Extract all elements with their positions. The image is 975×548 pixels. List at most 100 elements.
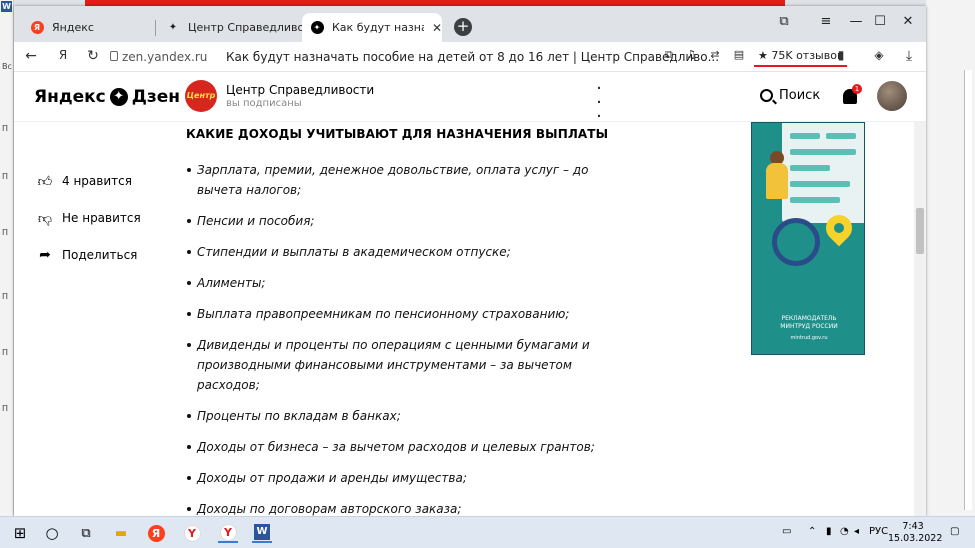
list-item: Выплата правопреемникам по пенсионному с…: [187, 304, 627, 324]
url-page-title[interactable]: Как будут назначать пособие на детей от …: [226, 50, 719, 64]
taskbar: ⊞ ○ ⧉ ▬ Я Y Y W ▭ ⌃ ▮ ◔ ◂ РУС 7:43 15.03…: [0, 516, 975, 548]
list-item: Пенсии и пособия;: [187, 211, 627, 231]
search-circle-icon[interactable]: ○: [42, 523, 62, 543]
copy-icon[interactable]: ⧉: [660, 48, 678, 62]
page-scrollbar[interactable]: [914, 122, 926, 516]
tab-channel[interactable]: ✦ Центр Справедливости | Я: [160, 13, 302, 42]
browser-window: Я Яндекс ✦ Центр Справедливости | Я ✦ Ка…: [14, 6, 926, 516]
like-button[interactable]: 👍︎ 4 нравится: [36, 172, 132, 190]
tab-article[interactable]: ✦ Как будут назначать по ✕: [302, 13, 442, 42]
background-window-left: W Вс П П П П П П: [0, 0, 14, 516]
clock[interactable]: 7:43 15.03.2022: [888, 521, 943, 545]
yandex-home-icon[interactable]: Я: [54, 48, 72, 62]
clock-date: 15.03.2022: [888, 533, 943, 544]
yandex-app-icon[interactable]: Я: [146, 523, 166, 543]
tab-yandex[interactable]: Я Яндекс: [22, 13, 152, 42]
zen-logo[interactable]: Яндекс ✦ Дзен: [34, 87, 180, 107]
tray-app-icon[interactable]: ▭: [782, 526, 791, 537]
reload-icon[interactable]: ↻: [84, 48, 102, 64]
zen-header: Яндекс ✦ Дзен Центр Центр Справедливости…: [14, 72, 926, 126]
zen-icon: ✦: [310, 21, 324, 35]
dislike-label: Не нравится: [62, 211, 141, 225]
channel-name[interactable]: Центр Справедливости: [226, 83, 374, 97]
ad-shape: [790, 165, 830, 171]
word-icon: W: [1, 1, 12, 12]
channel-avatar[interactable]: Центр: [185, 80, 217, 112]
share-button[interactable]: ➦ Поделиться: [36, 246, 137, 264]
ad-caption-2: МИНТРУД РОССИИ: [780, 323, 838, 330]
download-icon[interactable]: ⤓: [900, 48, 918, 64]
tab-label: Как будут назначать по: [332, 21, 424, 34]
headphones-icon[interactable]: ♫: [682, 48, 700, 61]
back-icon[interactable]: ←: [22, 48, 40, 64]
maximize-button[interactable]: ☐: [870, 14, 890, 29]
windows-start-icon[interactable]: ⊞: [10, 523, 30, 543]
like-count: 4 нравится: [62, 174, 132, 188]
section-heading: КАКИЕ ДОХОДЫ УЧИТЫВАЮТ ДЛЯ НАЗНАЧЕНИЯ ВЫ…: [186, 127, 609, 141]
list-item: Доходы по договорам авторского заказа;: [187, 499, 627, 516]
search-button[interactable]: Поиск: [760, 88, 820, 103]
minimize-button[interactable]: —: [846, 14, 866, 29]
ad-person-body: [766, 163, 788, 199]
ad-shape: [790, 181, 850, 187]
background-window-right: [926, 0, 975, 516]
bg-label: Вс: [2, 62, 12, 71]
lock-icon: [110, 51, 118, 61]
ad-shape: [790, 149, 856, 155]
bookmark-icon[interactable]: ▮: [832, 48, 850, 62]
zen-icon: ✦: [168, 22, 178, 33]
logo-part1: Яндекс: [34, 87, 106, 107]
bg-label: П: [2, 292, 9, 301]
bg-label: П: [2, 124, 9, 133]
ad-shape: [790, 197, 840, 203]
share-label: Поделиться: [62, 248, 138, 262]
tab-label: Яндекс: [52, 21, 94, 34]
file-explorer-icon[interactable]: ▬: [111, 523, 131, 543]
tab-strip: Я Яндекс ✦ Центр Справедливости | Я ✦ Ка…: [14, 6, 926, 42]
thumbs-up-icon: 👍︎: [37, 173, 53, 190]
translate-icon[interactable]: ⇄: [706, 48, 724, 61]
list-item: Проценты по вкладам в банках;: [187, 406, 627, 426]
address-bar: ← Я ↻ zen.yandex.ru Как будут назначать …: [14, 42, 926, 72]
url-host[interactable]: zen.yandex.ru: [122, 50, 207, 64]
close-tab-icon[interactable]: ✕: [432, 21, 442, 35]
menu-icon[interactable]: ≡: [816, 14, 836, 29]
bg-label: П: [2, 172, 9, 181]
yandex-browser-active-icon[interactable]: Y: [218, 523, 238, 543]
ad-caption-1: РЕКЛАМОДАТЕЛЬ: [781, 315, 837, 322]
volume-icon[interactable]: ◂: [854, 526, 859, 537]
new-tab-button[interactable]: +: [454, 18, 472, 36]
word-taskbar-icon[interactable]: W: [252, 523, 272, 543]
bell-icon[interactable]: 1: [843, 84, 862, 104]
list-item: Дивиденды и проценты по операциям с ценн…: [187, 335, 627, 395]
income-list: Зарплата, премии, денежное довольствие, …: [187, 160, 627, 516]
yandex-browser-letter: Y: [183, 524, 201, 542]
collections-icon[interactable]: ⧉: [774, 14, 794, 29]
extensions-icon[interactable]: ◈: [870, 48, 888, 62]
language-indicator[interactable]: РУС: [869, 526, 888, 537]
user-avatar[interactable]: [877, 81, 907, 111]
dislike-button[interactable]: 👎︎ Не нравится: [36, 209, 141, 227]
reader-icon[interactable]: ▤: [730, 48, 748, 61]
list-item: Стипендии и выплаты в академическом отпу…: [187, 242, 627, 262]
close-window-button[interactable]: ✕: [898, 14, 918, 29]
ad-shape: [790, 133, 820, 139]
ad-banner[interactable]: РЕКЛАМОДАТЕЛЬ МИНТРУД РОССИИ mintrud.gov…: [751, 122, 865, 355]
tab-label: Центр Справедливости | Я: [188, 21, 302, 34]
notification-badge: 1: [852, 84, 862, 94]
ad-illustration-screen: [782, 123, 864, 223]
network-icon[interactable]: ◔: [840, 526, 849, 537]
yandex-letter: Я: [147, 524, 165, 542]
share-icon: ➦: [39, 247, 51, 263]
notifications-icon[interactable]: ▢: [950, 526, 959, 537]
bg-label: П: [2, 348, 9, 357]
battery-icon[interactable]: ▮: [826, 526, 832, 537]
zen-star-icon: ✦: [109, 88, 128, 106]
list-item: Доходы от продажи и аренды имущества;: [187, 468, 627, 488]
task-view-icon[interactable]: ⧉: [76, 523, 96, 543]
scrollbar-thumb[interactable]: [916, 208, 924, 254]
more-options-icon[interactable]: · · ·: [594, 80, 604, 126]
ad-shape: [826, 133, 856, 139]
tray-chevron-icon[interactable]: ⌃: [808, 526, 816, 537]
yandex-browser-icon[interactable]: Y: [182, 523, 202, 543]
